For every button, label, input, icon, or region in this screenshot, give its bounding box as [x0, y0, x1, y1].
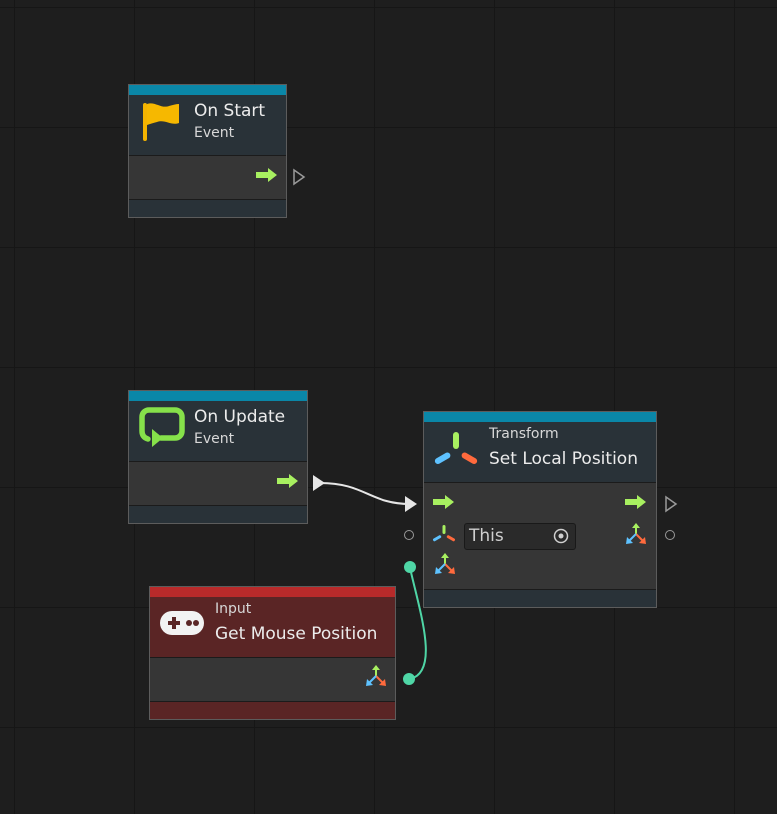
target-input-port[interactable]	[404, 530, 414, 540]
mouse-position-output-port[interactable]	[403, 673, 415, 685]
position-input-vector-icon	[435, 553, 455, 574]
flow-output-port-icon[interactable]	[664, 495, 678, 513]
flow-input-port-icon[interactable]	[404, 495, 418, 513]
node-header[interactable]: Input Get Mouse Position	[150, 597, 395, 658]
node-footer	[129, 199, 286, 217]
node-title: On Start	[194, 101, 266, 121]
node-footer	[150, 701, 395, 719]
loop-icon	[139, 407, 185, 447]
node-category: Transform	[489, 426, 559, 442]
node-footer	[424, 589, 656, 607]
gamepad-icon	[160, 611, 204, 635]
node-header[interactable]: On Start Event	[129, 95, 286, 156]
node-title: On Update	[194, 407, 286, 427]
flow-output-arrow-icon[interactable]	[256, 168, 278, 182]
on-update-node[interactable]: On Update Event	[128, 390, 308, 524]
node-color-bar	[150, 587, 395, 597]
node-color-bar	[424, 412, 656, 422]
position-output-vector-icon	[366, 665, 386, 686]
node-body	[150, 658, 395, 702]
flow-wire-update-to-set[interactable]	[319, 482, 411, 505]
position-output-port[interactable]	[665, 530, 675, 540]
object-picker-icon[interactable]	[553, 528, 569, 544]
node-header[interactable]: Transform Set Local Position	[424, 422, 656, 483]
node-color-bar	[129, 85, 286, 95]
flow-output-arrow-icon[interactable]	[625, 495, 647, 509]
node-title: Set Local Position	[489, 449, 638, 469]
node-category: Input	[215, 601, 252, 617]
node-color-bar	[129, 391, 307, 401]
node-title: Get Mouse Position	[215, 624, 378, 644]
position-output-vector-icon	[626, 523, 646, 544]
flow-output-port-icon[interactable]	[312, 474, 326, 492]
transform-target-icon	[433, 525, 455, 542]
node-footer	[129, 505, 307, 523]
flow-output-arrow-icon[interactable]	[277, 474, 299, 488]
node-subtitle: Event	[194, 125, 235, 141]
set-local-position-node[interactable]: Transform Set Local Position This	[423, 411, 657, 608]
on-start-node[interactable]: On Start Event	[128, 84, 287, 218]
node-subtitle: Event	[194, 431, 235, 447]
node-header[interactable]: On Update Event	[129, 401, 307, 462]
transform-icon	[434, 432, 478, 464]
flow-output-port-icon[interactable]	[292, 168, 306, 186]
position-input-port[interactable]	[404, 561, 416, 573]
flag-icon	[143, 103, 179, 141]
target-object-value: This	[469, 526, 504, 546]
get-mouse-position-node[interactable]: Input Get Mouse Position	[149, 586, 396, 720]
flow-input-arrow-icon[interactable]	[433, 495, 455, 509]
